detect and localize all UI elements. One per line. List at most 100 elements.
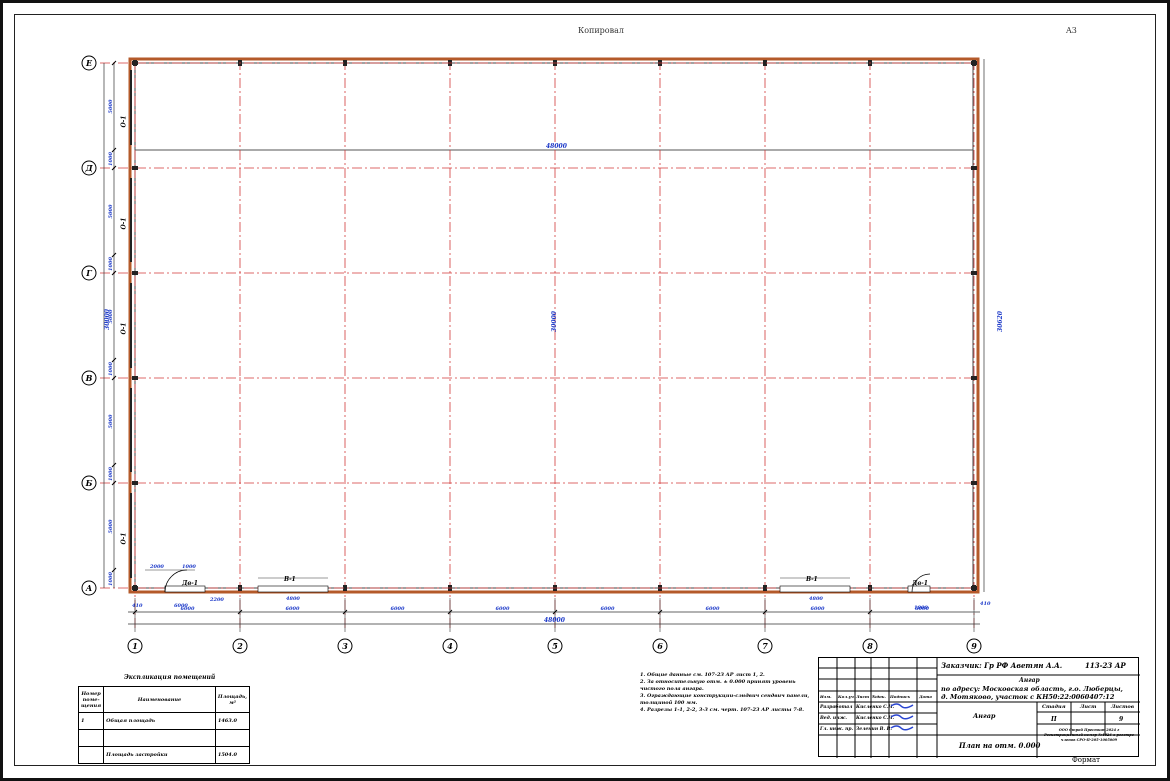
gate-dim: 4800 (809, 596, 823, 602)
name-chief: Зеленин В. В. (856, 727, 892, 732)
col-change: Изм. (820, 694, 832, 699)
window-label: О-1 (120, 115, 128, 128)
axis-label-col: 9 (971, 641, 977, 651)
note-item: 4. Разрезы 1-1, 2-2, 3-3 см. черт. 107-2… (640, 707, 804, 713)
column-marker (132, 166, 138, 170)
room-area (214, 729, 251, 747)
side-dimension: 5000 (108, 519, 114, 533)
role-developer: Разработал (820, 705, 853, 710)
room-num (77, 746, 105, 764)
door-label: Дв-1 (182, 580, 198, 587)
overall-width-label: 48000 (544, 617, 565, 624)
name-lead: Кисленко С.Н. (856, 716, 895, 721)
axis-label-row: А (85, 583, 93, 593)
note-item: 3. Ограждающие конструкции-сэндвич сендв… (640, 693, 810, 706)
stage-header: Стадия (1042, 704, 1066, 710)
note-item: 2. За относительную отм. ± 0.000 принят … (640, 679, 796, 692)
axis-bubbles: 1 2 3 4 5 6 7 8 9 Е Д Г В Б А (81, 55, 982, 654)
right-total-label: 30620 (996, 311, 1004, 332)
axis-label-row: Г (85, 268, 92, 278)
stage-value: П (1051, 716, 1057, 723)
table-row: 1 Общая площадь 1463.0 (77, 712, 251, 730)
gate-label: В-1 (806, 576, 818, 583)
col-date: Дата (919, 694, 932, 699)
door-dim: 1000 (914, 605, 928, 611)
title-block: Заказчик: Гр РФ Аветян А.А. 113-23 АР Ан… (818, 657, 1140, 758)
table-row (77, 729, 251, 747)
rooms-header-num: Номер поме- щения (77, 686, 105, 713)
axis-label-row: Е (85, 58, 93, 68)
format-label-bottom: Формат (1072, 756, 1100, 764)
gate-dim: 4800 (286, 596, 300, 602)
name-developer: Кисленко С.Н. (856, 705, 895, 710)
side-dimension: 5000 (108, 204, 114, 218)
column-marker (132, 271, 138, 275)
window-label: О-1 (120, 322, 128, 335)
axis-label-col: 8 (867, 641, 873, 651)
axis-label-col: 3 (342, 641, 348, 651)
room-area: 1463.0 (214, 712, 251, 730)
axis-label-col: 6 (657, 641, 663, 651)
column-marker (132, 586, 138, 590)
side-dimension: 1000 (108, 467, 114, 481)
door-opening (257, 585, 329, 593)
sheet-header: Лист (1080, 704, 1097, 710)
bay-dimension: 6000 (391, 606, 405, 612)
column-marker (971, 586, 977, 590)
column-marker (971, 271, 977, 275)
col-doc: №док. (872, 694, 886, 699)
column-marker (132, 61, 138, 65)
side-dimension: 1000 (108, 152, 114, 166)
room-num: 1 (77, 712, 105, 730)
role-chief: Гл. инж. пр. (820, 727, 854, 732)
address-line-2: д. Мотяково, участок с КН50:22:0060407:1… (941, 693, 1115, 701)
column-marker (971, 166, 977, 170)
axis-grid (100, 60, 980, 628)
bay-dimension: 6000 (286, 606, 300, 612)
bay-dimension: 6000 (601, 606, 615, 612)
center-height-label: 30000 (550, 311, 558, 332)
building-name: Ангар (973, 712, 996, 720)
dimension-lines: 6000 6000 6000 6000 6000 6000 6000 600050001000… (103, 59, 985, 632)
room-num (77, 729, 105, 747)
room-name (103, 729, 216, 747)
column-marker (971, 376, 977, 380)
door-dim: 1000 (182, 564, 196, 570)
rooms-header-name: Наименование (103, 686, 216, 713)
rooms-table: Номер поме- щения Наименование Площадь, … (77, 686, 251, 764)
window-label: О-1 (120, 532, 128, 545)
door-dim: 2000 (150, 564, 164, 570)
door-label: Дв-1 (912, 580, 928, 587)
side-dimension: 5000 (108, 99, 114, 113)
axis-label-col: 4 (447, 641, 453, 651)
table-row: Площадь застройки 1504.0 (77, 746, 251, 764)
sheet-title: План на отм. 0.000 (959, 741, 1041, 750)
axis-label-row: В (85, 373, 93, 383)
door-dim: 2200 (210, 597, 224, 603)
note-item: 1. Общие данные см. 107-23 АР лист 1, 2. (640, 672, 765, 678)
edge-dim-right: 410 (980, 601, 991, 607)
bay-dimension: 6000 (706, 606, 720, 612)
side-dimension: 1000 (108, 362, 114, 376)
overall-width-label-top: 48000 (546, 143, 567, 150)
side-dimension: 5000 (108, 414, 114, 428)
axis-label-row: Б (85, 478, 93, 488)
axis-label-row: Д (84, 163, 93, 173)
role-lead: Вед. инж. (820, 716, 847, 721)
organization-text: ООО Строй Престиж 2024 г Регистрационный… (1044, 728, 1134, 742)
column-marker (971, 61, 977, 65)
axis-label-col: 7 (762, 641, 768, 651)
sheets-total: 9 (1119, 716, 1124, 723)
side-dimension: 1000 (108, 572, 114, 586)
col-count: Кол.уч (838, 694, 854, 699)
col-sheet: Лист (856, 694, 870, 699)
sheets-header: Листов (1111, 704, 1135, 710)
side-dimension: 1000 (108, 257, 114, 271)
column-marker (132, 481, 138, 485)
room-name: Общая площадь (103, 712, 216, 730)
axis-label-col: 1 (132, 641, 138, 651)
rooms-title: Экспликация помещений (124, 674, 216, 681)
axis-label-col: 2 (236, 641, 243, 651)
address-line-1: по адресу: Московская область, г.о. Любе… (941, 685, 1123, 693)
axis-label-col: 5 (552, 641, 558, 651)
